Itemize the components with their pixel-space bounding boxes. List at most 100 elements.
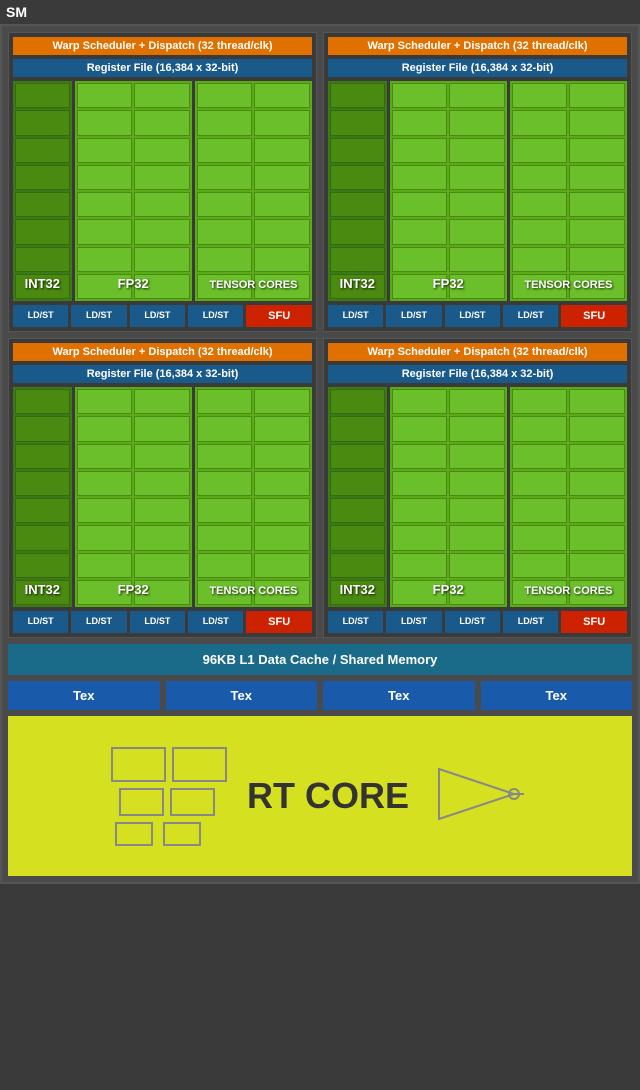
cell xyxy=(569,389,625,414)
int32-unit-1: INT32 xyxy=(13,81,72,301)
cell xyxy=(254,83,310,108)
cell xyxy=(449,247,505,272)
cell xyxy=(77,83,133,108)
cell xyxy=(134,247,190,272)
fp32-unit-3: FP32 xyxy=(75,387,192,607)
cell xyxy=(134,110,190,135)
cell xyxy=(197,416,253,441)
register-file-2: Register File (16,384 x 32-bit) xyxy=(328,59,627,77)
cell xyxy=(512,219,568,244)
quadrants-grid: Warp Scheduler + Dispatch (32 thread/clk… xyxy=(8,32,632,638)
cell xyxy=(134,192,190,217)
cell xyxy=(569,110,625,135)
cell xyxy=(392,165,448,190)
cell xyxy=(197,219,253,244)
cell xyxy=(77,219,133,244)
tensor-label-2: TENSOR CORES xyxy=(510,275,627,293)
cell xyxy=(77,110,133,135)
rt-core-label: RT CORE xyxy=(247,775,409,817)
ldst-2-4: LD/ST xyxy=(503,305,558,327)
cell xyxy=(15,553,70,578)
cell xyxy=(330,416,385,441)
cell xyxy=(197,110,253,135)
cell xyxy=(330,192,385,217)
cell xyxy=(77,525,133,550)
cell xyxy=(15,192,70,217)
cell xyxy=(330,553,385,578)
cell xyxy=(330,110,385,135)
cell xyxy=(197,165,253,190)
cell xyxy=(330,247,385,272)
ldst-4-1: LD/ST xyxy=(328,611,383,633)
ldst-4-3: LD/ST xyxy=(445,611,500,633)
cell xyxy=(254,553,310,578)
int32-unit-4: INT32 xyxy=(328,387,387,607)
warp-scheduler-3: Warp Scheduler + Dispatch (32 thread/clk… xyxy=(13,343,312,361)
cell xyxy=(512,498,568,523)
cell xyxy=(15,389,70,414)
cell xyxy=(449,444,505,469)
register-file-1: Register File (16,384 x 32-bit) xyxy=(13,59,312,77)
cell xyxy=(77,444,133,469)
cell xyxy=(254,444,310,469)
cell xyxy=(512,192,568,217)
tensor-label-1: TENSOR CORES xyxy=(195,275,312,293)
fp32-label-1: FP32 xyxy=(75,272,192,293)
bottom-units-4: LD/ST LD/ST LD/ST LD/ST SFU xyxy=(328,611,627,633)
cell xyxy=(254,219,310,244)
cell xyxy=(392,553,448,578)
cell xyxy=(254,389,310,414)
quadrant-1: Warp Scheduler + Dispatch (32 thread/clk… xyxy=(8,32,317,332)
cell xyxy=(512,110,568,135)
ldst-2-2: LD/ST xyxy=(386,305,441,327)
cell xyxy=(392,192,448,217)
rt-core-diagram: RT CORE xyxy=(111,747,529,846)
int32-unit-2: INT32 xyxy=(328,81,387,301)
cell xyxy=(392,416,448,441)
cell xyxy=(330,138,385,163)
sm-label: SM xyxy=(0,0,640,24)
cell xyxy=(330,219,385,244)
cell xyxy=(569,525,625,550)
cell xyxy=(330,498,385,523)
warp-scheduler-2: Warp Scheduler + Dispatch (32 thread/clk… xyxy=(328,37,627,55)
cell xyxy=(512,247,568,272)
cell xyxy=(512,165,568,190)
register-file-4: Register File (16,384 x 32-bit) xyxy=(328,365,627,383)
cell xyxy=(197,192,253,217)
warp-scheduler-1: Warp Scheduler + Dispatch (32 thread/clk… xyxy=(13,37,312,55)
cell xyxy=(449,389,505,414)
tensor-unit-1: TENSOR CORES xyxy=(195,81,312,301)
cell xyxy=(254,247,310,272)
ldst-3-1: LD/ST xyxy=(13,611,68,633)
cell xyxy=(77,498,133,523)
sm-container: Warp Scheduler + Dispatch (32 thread/clk… xyxy=(0,24,640,884)
tensor-unit-2: TENSOR CORES xyxy=(510,81,627,301)
bottom-units-2: LD/ST LD/ST LD/ST LD/ST SFU xyxy=(328,305,627,327)
ldst-2-1: LD/ST xyxy=(328,305,383,327)
tensor-unit-4: TENSOR CORES xyxy=(510,387,627,607)
cell xyxy=(330,525,385,550)
tex-unit-4: Tex xyxy=(481,681,633,710)
tensor-unit-3: TENSOR CORES xyxy=(195,387,312,607)
cell xyxy=(15,525,70,550)
cell xyxy=(77,165,133,190)
cell xyxy=(392,444,448,469)
cell xyxy=(15,247,70,272)
cell xyxy=(392,471,448,496)
cell xyxy=(392,138,448,163)
cell xyxy=(77,389,133,414)
cell xyxy=(254,165,310,190)
ldst-3-2: LD/ST xyxy=(71,611,126,633)
cell xyxy=(449,525,505,550)
rt-box-mid2 xyxy=(170,788,215,816)
cell xyxy=(134,416,190,441)
cell xyxy=(449,219,505,244)
ldst-4-4: LD/ST xyxy=(503,611,558,633)
tex-unit-1: Tex xyxy=(8,681,160,710)
tex-unit-2: Tex xyxy=(166,681,318,710)
cell xyxy=(569,247,625,272)
cell xyxy=(134,471,190,496)
cell xyxy=(197,498,253,523)
compute-units-2: INT32 FP32 xyxy=(328,81,627,301)
